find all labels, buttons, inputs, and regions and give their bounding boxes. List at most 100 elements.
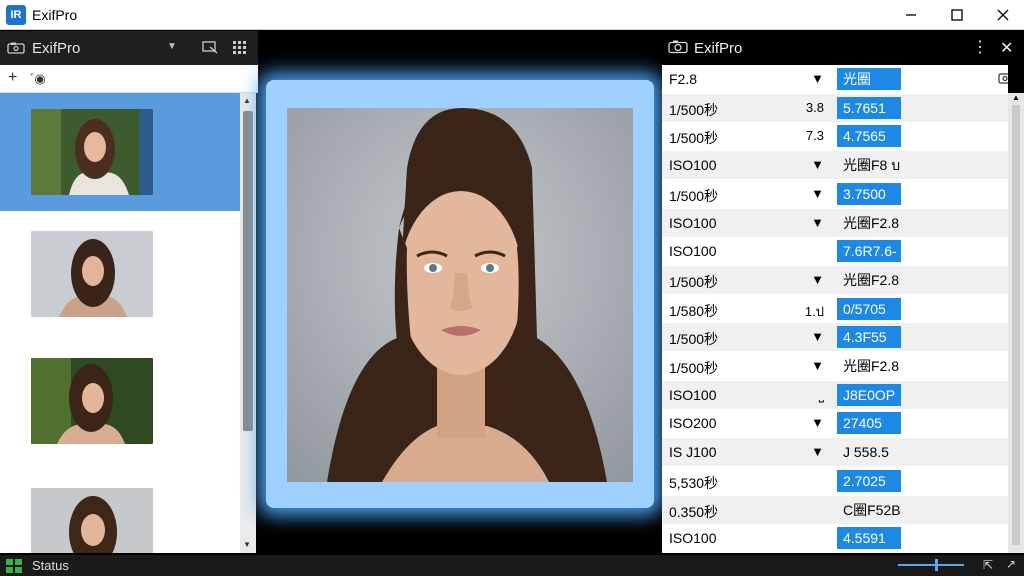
exif-field-dropdown[interactable]: ▼ — [802, 186, 824, 201]
more-options-icon[interactable]: ⋮ — [972, 37, 988, 57]
zoom-icon[interactable]: ↗ — [1006, 557, 1016, 571]
exif-field-value: 0.350秒 — [669, 503, 719, 520]
exif-value-label: J 558.5 — [843, 444, 889, 461]
exif-field-dropdown[interactable]: ⎵ — [802, 387, 824, 403]
exif-field-value: ISO100 — [669, 157, 717, 174]
exif-value-label: C圈F52B — [843, 501, 901, 518]
exif-row[interactable]: ISO100 7.6R7.6- — [662, 237, 1008, 265]
grid-view-icon[interactable] — [232, 40, 246, 54]
exif-value-label: 光圈F2.8 — [843, 271, 900, 288]
exif-row[interactable]: ISO100 ▼ 光圈F8 บ — [662, 151, 1008, 180]
exif-field-value: IS J100 — [669, 444, 717, 461]
exif-field-dropdown[interactable]: ▼ — [802, 444, 824, 459]
exif-row[interactable]: 1/580秒 1.ป 0/5705 — [662, 295, 1008, 323]
exif-value-input[interactable]: 7.6R7.6- — [837, 240, 901, 263]
exif-value-input[interactable]: 光圈F2.6 — [837, 68, 901, 109]
exif-value-input[interactable]: 4.3F55 — [837, 326, 901, 349]
exif-row[interactable]: 1/500秒 ▼ 光圈F2.8 — [662, 265, 1008, 294]
exif-value-input[interactable]: 4.5591 — [837, 527, 901, 550]
exif-field-dropdown[interactable]: 3.8 — [802, 100, 824, 115]
exif-field-dropdown[interactable]: ▼ — [802, 71, 824, 86]
exif-value-label: 光圈F2.8 — [843, 358, 900, 374]
exif-value-input[interactable]: 4.7565 — [837, 125, 901, 148]
thumbnail-image — [31, 358, 153, 444]
exif-field-value: F2.8 — [669, 71, 698, 87]
minimize-button[interactable] — [888, 0, 934, 30]
exif-field-dropdown[interactable]: ▼ — [802, 329, 824, 344]
scrollbar-thumb[interactable] — [1012, 105, 1020, 545]
exif-field-dropdown[interactable]: ▼ — [802, 272, 824, 287]
add-icon[interactable]: + — [8, 69, 17, 87]
exif-row[interactable]: ISO100 ⎵ J8E0OP — [662, 380, 1008, 409]
exif-value-input[interactable]: 0/5705 — [837, 297, 901, 320]
thumbnail-image — [31, 109, 153, 195]
exif-field-value: 1/500秒 — [669, 331, 719, 348]
fit-view-icon[interactable]: ⇱ — [983, 558, 993, 572]
exif-field-value: 1/500秒 — [669, 130, 719, 147]
exif-row[interactable]: IS J100 ▼ J 558.5 — [662, 438, 1008, 467]
camera-settings-icon[interactable] — [998, 72, 1008, 84]
exif-field-value: 5,530秒 — [669, 474, 719, 491]
exif-row[interactable]: 0.350秒 C圈F52B — [662, 495, 1008, 524]
minimize-icon — [906, 14, 916, 16]
preview-eye-icon[interactable]: ´◉ — [30, 71, 46, 87]
library-dropdown-icon[interactable]: ▼ — [167, 41, 177, 52]
exif-data-list: F2.8 ▼ 光圈F2.6 1/500秒 3.8 5.7651 1/500秒 7.3 4.756… — [662, 65, 1008, 553]
exif-row[interactable]: 1/500秒 ▼ 光圈F2.8 — [662, 352, 1008, 380]
zoom-slider-knob[interactable] — [935, 559, 938, 571]
exif-value-input[interactable]: 27405 — [837, 412, 901, 435]
maximize-icon — [951, 9, 963, 21]
exif-value-label: 光圈F8 บ — [843, 157, 901, 174]
scroll-up-icon[interactable]: ▲ — [1012, 93, 1020, 102]
scroll-up-icon[interactable]: ▲ — [243, 96, 251, 105]
exif-row[interactable]: 1/500秒 7.3 4.7565 — [662, 122, 1008, 150]
exif-field-dropdown[interactable]: ▼ — [802, 358, 824, 373]
exif-field-value: ISO200 — [669, 415, 717, 432]
exif-row[interactable]: 1/500秒 ▼ 3.7500 — [662, 180, 1008, 208]
exif-field-value: ISO100 — [669, 530, 717, 547]
maximize-button[interactable] — [934, 0, 980, 30]
exif-value-input[interactable]: 2.7025 — [837, 469, 901, 492]
exif-row[interactable]: F2.8 ▼ 光圈F2.6 — [662, 65, 1008, 109]
close-icon — [997, 9, 1009, 21]
thumbnail-list — [0, 93, 240, 553]
exif-row[interactable]: ISO200 ▼ 27405 — [662, 409, 1008, 437]
library-toolbar: + ´◉ — [0, 65, 258, 93]
exif-value-input[interactable]: J8E0OP — [837, 383, 901, 406]
zoom-slider[interactable] — [898, 564, 964, 566]
status-label: Status — [32, 558, 69, 573]
exif-value-input[interactable]: 5.7651 — [837, 96, 901, 119]
thumbnail-item[interactable] — [0, 447, 240, 553]
exif-row[interactable]: 5,530秒 2.7025 — [662, 467, 1008, 495]
exif-scrollbar[interactable]: ▲ — [1008, 93, 1024, 553]
camera-icon — [7, 42, 25, 54]
main-photo[interactable] — [287, 108, 633, 482]
library-title: ExifPro — [32, 40, 81, 57]
portrait-image — [287, 108, 633, 482]
exif-value-label: 光圈F2.8 — [843, 214, 900, 231]
exif-row[interactable]: 1/500秒 ▼ 4.3F55 — [662, 323, 1008, 352]
exif-panel-header: ExifPro ⋮ ✕ — [660, 31, 1024, 65]
exif-field-dropdown[interactable]: 7.3 — [802, 128, 824, 143]
exif-field-value: 1/500秒 — [669, 273, 719, 290]
close-window-button[interactable] — [980, 0, 1024, 30]
scrollbar-thumb[interactable] — [243, 111, 253, 431]
scroll-down-icon[interactable]: ▼ — [243, 540, 251, 549]
close-panel-icon[interactable]: ✕ — [1000, 38, 1013, 58]
exif-field-dropdown[interactable]: 1.ป — [802, 301, 824, 322]
thumbnail-item[interactable] — [0, 211, 240, 329]
thumbnail-item[interactable] — [0, 93, 240, 211]
exif-field-value: ISO100 — [669, 386, 717, 403]
exif-row[interactable]: ISO100 4.5591 — [662, 524, 1008, 552]
thumbnail-scrollbar[interactable]: ▲ ▼ — [240, 93, 256, 553]
exif-field-dropdown[interactable]: ▼ — [802, 215, 824, 230]
exif-field-dropdown[interactable]: ▼ — [802, 415, 824, 430]
status-grid-icon — [6, 559, 22, 573]
exif-value-input[interactable]: 3.7500 — [837, 182, 901, 205]
thumbnail-item[interactable] — [0, 329, 240, 447]
exif-row[interactable]: ISO100 ▼ 光圈F2.8 — [662, 208, 1008, 237]
exif-field-dropdown[interactable]: ▼ — [802, 157, 824, 172]
exif-field-value: ISO100 — [669, 243, 717, 260]
exif-row[interactable]: 1/500秒 3.8 5.7651 — [662, 93, 1008, 122]
crop-icon[interactable] — [202, 40, 218, 54]
